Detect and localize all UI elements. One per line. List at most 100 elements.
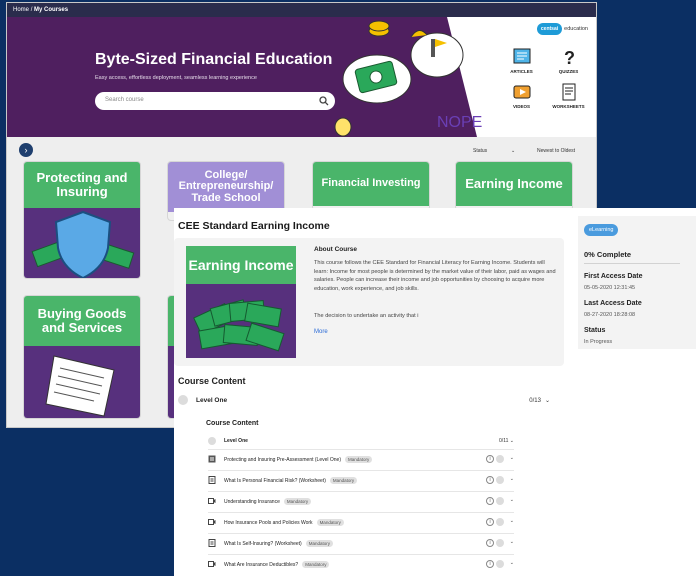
course-card[interactable]: Buying Goods and Services bbox=[23, 295, 141, 419]
sub-level-count: 0/11 bbox=[499, 438, 509, 444]
more-link[interactable]: More bbox=[314, 329, 328, 335]
lesson-name: Understanding Insurance bbox=[224, 499, 280, 505]
video-icon bbox=[208, 498, 216, 504]
money-icon bbox=[193, 299, 285, 352]
inner-content-heading: Course Content bbox=[206, 420, 259, 427]
lesson-row[interactable]: Protecting and Insuring Pre-Assessment (… bbox=[208, 449, 514, 467]
resource-videos[interactable]: VIDEOS bbox=[500, 82, 543, 109]
elearning-badge: eLearning bbox=[584, 224, 619, 236]
card-title: Earning Income bbox=[456, 162, 572, 206]
completion-circle-icon bbox=[208, 437, 216, 445]
course-detail-panel: CEE Standard Earning Income Earning Inco… bbox=[174, 208, 696, 576]
resource-label: QUIZZES bbox=[558, 69, 579, 74]
resource-quizzes[interactable]: ? QUIZZES bbox=[547, 47, 590, 74]
status-dot-icon bbox=[496, 497, 504, 505]
hero-banner: Byte-Sized Financial Education Easy acce… bbox=[7, 17, 596, 137]
breadcrumb-separator: / bbox=[30, 7, 33, 13]
course-card[interactable]: Financial Investing bbox=[312, 161, 430, 211]
info-icon[interactable]: i bbox=[486, 497, 494, 505]
info-icon[interactable]: i bbox=[486, 455, 494, 463]
lesson-row[interactable]: What Is Personal Financial Risk? (Worksh… bbox=[208, 470, 514, 488]
lesson-title: How Insurance Pools and Policies Work Man… bbox=[224, 519, 344, 526]
chevron-down-icon[interactable]: ⌄ bbox=[510, 518, 514, 524]
svg-text:?: ? bbox=[564, 48, 575, 67]
document-icon bbox=[208, 539, 216, 547]
status-filter-select[interactable]: Status ⌄ bbox=[473, 148, 515, 154]
card-title: Protecting and Insuring bbox=[24, 162, 140, 208]
chevron-down-icon[interactable]: ⌄ bbox=[510, 476, 514, 482]
info-icon[interactable]: i bbox=[486, 476, 494, 484]
status-dot-icon bbox=[496, 455, 504, 463]
lesson-row[interactable]: Understanding Insurance Mandatory i ⌄ bbox=[208, 491, 514, 509]
search-input[interactable]: Search course bbox=[95, 92, 335, 110]
chevron-down-icon[interactable]: ⌄ bbox=[510, 455, 514, 461]
completion-circle-icon bbox=[178, 395, 188, 405]
breadcrumb-home[interactable]: Home bbox=[13, 7, 29, 13]
status-value: In Progress bbox=[584, 339, 613, 345]
chevron-down-icon[interactable]: ⌄ bbox=[545, 398, 550, 404]
level-name: Level One bbox=[196, 397, 228, 404]
card-title: Buying Goods and Services bbox=[24, 296, 140, 346]
last-access-value: 08-27-2020 18:28:08 bbox=[584, 312, 636, 318]
lesson-name: How Insurance Pools and Policies Work bbox=[224, 520, 313, 526]
about-heading: About Course bbox=[314, 246, 357, 253]
course-status-sidebar: eLearning 0% Complete First Access Date … bbox=[578, 216, 696, 349]
sort-label: Newest to Oldest bbox=[537, 148, 576, 154]
status-filter-label: Status bbox=[473, 148, 488, 154]
resource-label: WORKSHEETS bbox=[552, 104, 585, 109]
sub-level-progress: 0/11 ⌄ bbox=[499, 438, 514, 444]
first-access-value: 05-05-2020 12:31:45 bbox=[584, 285, 636, 291]
info-icon[interactable]: i bbox=[486, 518, 494, 526]
status-dot-icon bbox=[496, 518, 504, 526]
resources-panel: centsai education ARTICLES ? QUIZZES VID… bbox=[488, 17, 596, 137]
resource-worksheets[interactable]: WORKSHEETS bbox=[547, 82, 590, 109]
sort-select[interactable]: Newest to Oldest ⌄ bbox=[537, 148, 596, 154]
chevron-down-icon[interactable]: ⌄ bbox=[510, 497, 514, 503]
info-icon[interactable]: i bbox=[486, 539, 494, 547]
shield-icon bbox=[31, 210, 135, 278]
status-dot-icon bbox=[496, 560, 504, 568]
lesson-row[interactable]: How Insurance Pools and Policies Work Man… bbox=[208, 512, 514, 530]
chevron-down-icon[interactable]: ⌄ bbox=[510, 539, 514, 545]
card-title: College/ Entrepreneurship/ Trade School bbox=[168, 162, 284, 212]
about-truncated-text: The decision to undertake an activity th… bbox=[314, 313, 419, 319]
quizzes-icon: ? bbox=[564, 48, 575, 67]
lesson-name: What Are Insurance Deductibles? bbox=[224, 562, 299, 568]
breadcrumb-current: My Courses bbox=[34, 7, 69, 13]
completion-percent: 0% Complete bbox=[584, 250, 632, 259]
video-icon bbox=[208, 519, 216, 525]
logo-brand: centsai bbox=[536, 23, 563, 35]
assessment-icon bbox=[208, 455, 216, 463]
articles-icon bbox=[513, 48, 530, 64]
chevron-down-icon[interactable]: ⌄ bbox=[510, 560, 514, 566]
lesson-title: What Is Personal Financial Risk? (Worksh… bbox=[224, 477, 358, 484]
lesson-title: What Are Insurance Deductibles? Mandatory bbox=[224, 561, 330, 568]
divider bbox=[584, 263, 680, 264]
status-label: Status bbox=[584, 327, 606, 334]
course-card[interactable]: Earning Income bbox=[455, 161, 573, 211]
document-icon bbox=[208, 476, 216, 484]
chevron-down-icon[interactable]: ⌄ bbox=[510, 438, 514, 444]
lesson-title: Protecting and Insuring Pre-Assessment (… bbox=[224, 456, 373, 463]
doodle-text: NOPE bbox=[437, 114, 482, 131]
lesson-title: What Is Self-Insuring? (Worksheet) Mandat… bbox=[224, 540, 333, 547]
info-icon[interactable]: i bbox=[486, 560, 494, 568]
lesson-row[interactable]: What Is Self-Insuring? (Worksheet) Mandat… bbox=[208, 533, 514, 551]
status-dot-icon bbox=[496, 539, 504, 547]
mandatory-badge: Mandatory bbox=[329, 477, 358, 484]
level-row[interactable]: Level One 0/13 ⌄ bbox=[174, 394, 550, 408]
course-content-heading: Course Content bbox=[178, 376, 246, 386]
about-course-box: Earning Income About Course This course … bbox=[174, 238, 564, 366]
about-text: This course follows the CEE Standard for… bbox=[314, 260, 556, 292]
lesson-title: Understanding Insurance Mandatory bbox=[224, 498, 312, 505]
course-thumbnail: Earning Income bbox=[186, 246, 296, 358]
card-image bbox=[24, 208, 140, 278]
next-arrow-button[interactable]: › bbox=[19, 143, 33, 157]
last-access-label: Last Access Date bbox=[584, 300, 642, 307]
resource-articles[interactable]: ARTICLES bbox=[500, 47, 543, 74]
sub-level-row[interactable]: Level One 0/11 ⌄ bbox=[208, 437, 514, 447]
videos-icon bbox=[513, 85, 530, 99]
course-card[interactable]: Protecting and Insuring bbox=[23, 161, 141, 279]
lesson-row[interactable]: What Are Insurance Deductibles? Mandatory… bbox=[208, 554, 514, 572]
logo-suffix: education bbox=[564, 26, 588, 32]
